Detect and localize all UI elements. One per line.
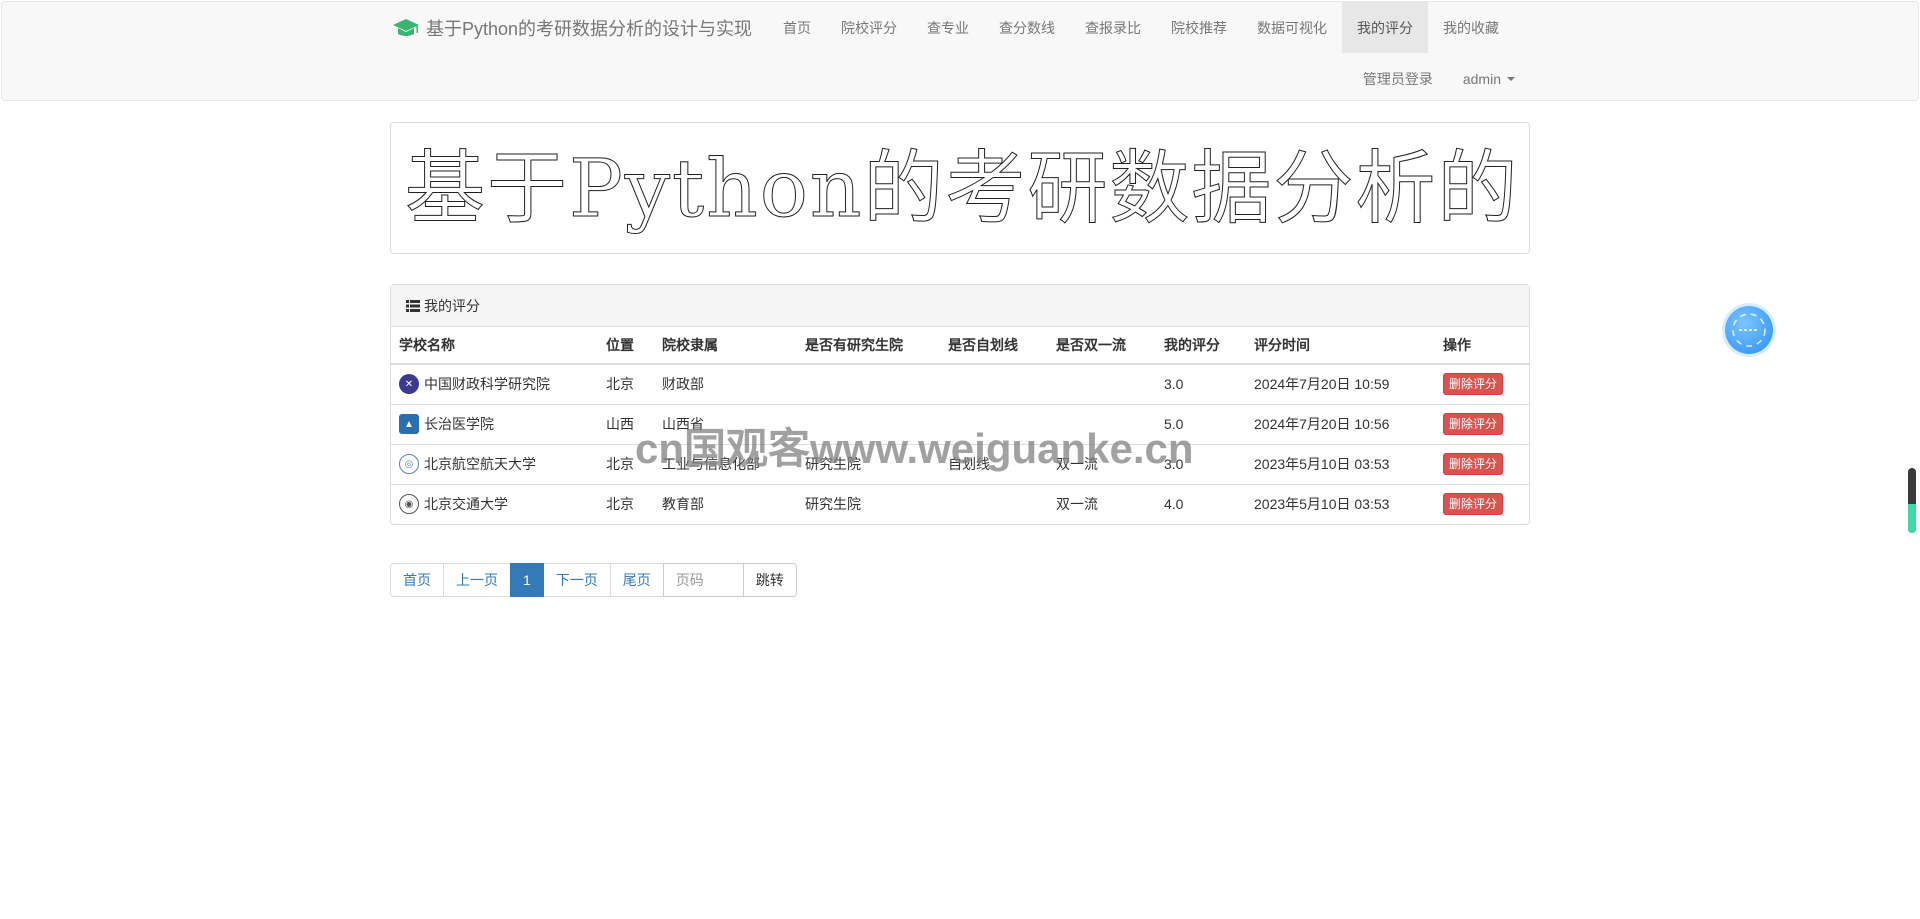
affiliation-cell: 山西省 [654, 403, 797, 444]
nav-item-visualization[interactable]: 数据可视化 [1242, 2, 1342, 53]
column-header: 院校隶属 [654, 327, 797, 365]
brand-link[interactable]: 基于Python的考研数据分析的设计与实现 [392, 2, 752, 54]
delete-rating-button[interactable]: 删除评分 [1443, 453, 1504, 475]
time-cell: 2023年5月10日 03:53 [1246, 443, 1435, 484]
time-cell: 2024年7月20日 10:59 [1246, 363, 1435, 404]
column-header: 学校名称 [391, 327, 598, 365]
school-cell[interactable]: ◉ 北京交通大学 [399, 494, 590, 515]
my-ratings-panel: 我的评分 学校名称 位置 院校隶属 是否有研究生院 是否自划线 是否双一流 我的… [390, 284, 1530, 525]
main-nav: 首页 院校评分 查专业 查分数线 查报录比 院校推荐 数据可视化 我的评分 我的… [768, 2, 1514, 53]
affiliation-cell: 工业与信息化部 [654, 443, 797, 484]
page-last-button[interactable]: 尾页 [609, 563, 664, 597]
self-line-cell [940, 403, 1048, 444]
grad-school-cell [797, 403, 940, 444]
affiliation-cell: 财政部 [654, 363, 797, 404]
ratings-table: 学校名称 位置 院校隶属 是否有研究生院 是否自划线 是否双一流 我的评分 评分… [391, 327, 1529, 524]
school-cell[interactable]: ▲ 长治医学院 [399, 414, 590, 434]
graduation-cap-icon [393, 19, 419, 36]
double-first-cell [1048, 403, 1156, 444]
column-header: 操作 [1435, 327, 1529, 365]
assistant-icon [1732, 313, 1766, 347]
self-line-cell [940, 363, 1048, 404]
school-name: 长治医学院 [424, 416, 494, 432]
nav-item-score-lines[interactable]: 查分数线 [984, 2, 1070, 53]
school-cell[interactable]: ◎ 北京航空航天大学 [399, 454, 590, 474]
location-cell: 山西 [598, 403, 654, 444]
column-header: 位置 [598, 327, 654, 365]
score-cell: 3.0 [1156, 363, 1246, 404]
double-first-cell [1048, 363, 1156, 404]
column-header: 是否有研究生院 [797, 327, 940, 365]
page-current-button[interactable]: 1 [510, 563, 544, 597]
nav-item-my-ratings[interactable]: 我的评分 [1342, 2, 1428, 53]
school-cell[interactable]: ✕ 中国财政科学研究院 [399, 374, 590, 395]
top-navbar: 基于Python的考研数据分析的设计与实现 首页 院校评分 查专业 查分数线 查… [1, 1, 1919, 101]
school-name: 北京交通大学 [424, 496, 508, 513]
school-name: 北京航空航天大学 [424, 456, 536, 472]
table-row: ▲ 长治医学院 山西 山西省 5.0 2024年7月20日 10:56 删除评分 [391, 403, 1529, 444]
table-row: ◉ 北京交通大学 北京 教育部 研究生院 双一流 4.0 2023年5月10日 … [391, 483, 1529, 524]
pagination: 首页 上一页 1 下一页 尾页 跳转 [390, 563, 797, 597]
column-header: 是否自划线 [940, 327, 1048, 365]
school-logo-icon: ▲ [399, 414, 419, 434]
nav-item-majors[interactable]: 查专业 [912, 2, 984, 53]
double-first-cell: 双一流 [1048, 443, 1156, 484]
panel-title: 我的评分 [424, 297, 480, 314]
delete-rating-button[interactable]: 删除评分 [1443, 373, 1504, 396]
side-progress-bar[interactable] [1908, 468, 1916, 533]
table-row: ◎ 北京航空航天大学 北京 工业与信息化部 研究生院 自划线 双一流 3.0 2… [391, 443, 1529, 484]
caret-down-icon [1507, 76, 1515, 81]
nav-item-recommendation[interactable]: 院校推荐 [1156, 2, 1242, 53]
title-banner: 基于Python的考研数据分析的设计与实现 [390, 122, 1530, 254]
location-cell: 北京 [598, 443, 654, 484]
column-header: 评分时间 [1246, 327, 1435, 365]
score-cell: 3.0 [1156, 443, 1246, 484]
nav-item-school-rating[interactable]: 院校评分 [826, 2, 912, 53]
self-line-cell: 自划线 [940, 443, 1048, 484]
brand-title: 基于Python的考研数据分析的设计与实现 [426, 19, 753, 39]
user-name: admin [1462, 70, 1501, 87]
list-icon [406, 299, 420, 312]
column-header: 是否双一流 [1048, 327, 1156, 365]
table-row: ✕ 中国财政科学研究院 北京 财政部 3.0 2024年7月20日 10:59 … [391, 363, 1529, 404]
school-logo-icon: ✕ [399, 374, 419, 395]
nav-item-admission-ratio[interactable]: 查报录比 [1070, 2, 1156, 53]
location-cell: 北京 [598, 363, 654, 404]
time-cell: 2024年7月20日 10:56 [1246, 403, 1435, 444]
delete-rating-button[interactable]: 删除评分 [1443, 493, 1504, 516]
table-header-row: 学校名称 位置 院校隶属 是否有研究生院 是否自划线 是否双一流 我的评分 评分… [391, 327, 1529, 365]
affiliation-cell: 教育部 [654, 483, 797, 524]
school-logo-icon: ◎ [399, 454, 419, 474]
delete-rating-button[interactable]: 删除评分 [1443, 413, 1504, 435]
floating-assistant-button[interactable] [1725, 306, 1773, 354]
page-prev-button[interactable]: 上一页 [443, 563, 511, 597]
self-line-cell [940, 483, 1048, 524]
panel-heading: 我的评分 [391, 285, 1529, 327]
page-number-input[interactable] [662, 563, 744, 597]
admin-login-link[interactable]: 管理员登录 [1348, 53, 1448, 104]
page-next-button[interactable]: 下一页 [542, 563, 611, 597]
nav-item-home[interactable]: 首页 [768, 2, 826, 53]
score-cell: 5.0 [1156, 403, 1246, 444]
double-first-cell: 双一流 [1048, 483, 1156, 524]
page-first-button[interactable]: 首页 [390, 563, 444, 597]
user-dropdown[interactable]: admin [1448, 53, 1530, 104]
column-header: 我的评分 [1156, 327, 1246, 365]
grad-school-cell: 研究生院 [797, 483, 940, 524]
nav-item-my-favorites[interactable]: 我的收藏 [1428, 2, 1514, 53]
school-logo-icon: ◉ [399, 494, 419, 515]
grad-school-cell: 研究生院 [797, 443, 940, 484]
score-cell: 4.0 [1156, 483, 1246, 524]
time-cell: 2023年5月10日 03:53 [1246, 483, 1435, 524]
location-cell: 北京 [598, 483, 654, 524]
nav-right: 管理员登录 admin [1348, 53, 1530, 103]
school-name: 中国财政科学研究院 [424, 376, 550, 393]
side-progress-fill [1908, 503, 1916, 533]
grad-school-cell [797, 363, 940, 404]
page-jump-button[interactable]: 跳转 [742, 563, 797, 597]
banner-text: 基于Python的考研数据分析的设计与实现 [405, 142, 1515, 236]
